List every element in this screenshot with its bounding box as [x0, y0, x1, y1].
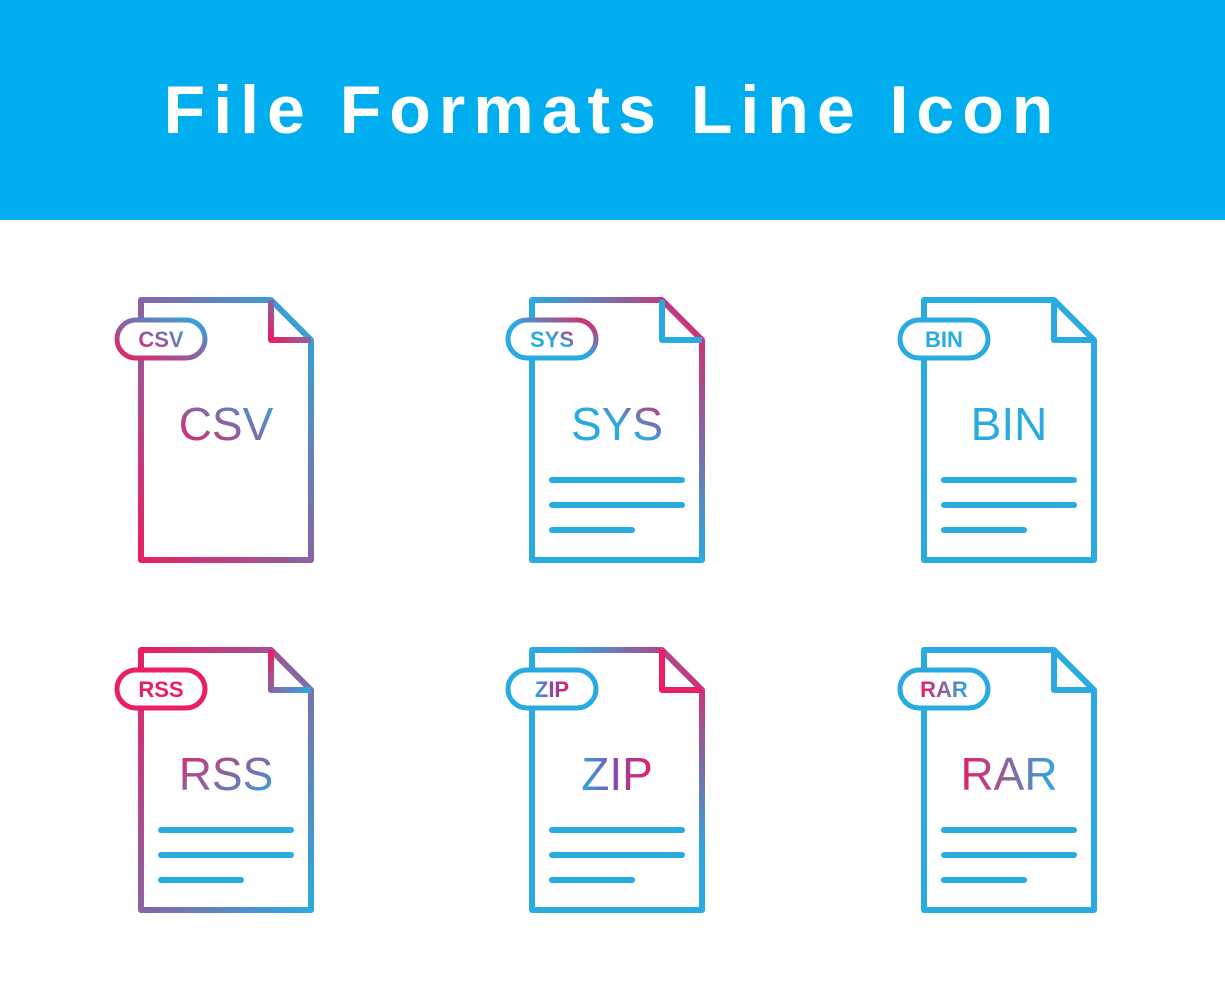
- file-label: RSS: [179, 748, 274, 800]
- file-label: RAR: [961, 748, 1058, 800]
- badge-text: CSV: [138, 327, 184, 352]
- rss-file-icon: RSS RSS: [111, 640, 331, 920]
- icon-grid: CSV CSV SYS SYS: [0, 220, 1225, 990]
- file-icon-rar: RAR RAR: [894, 640, 1114, 920]
- badge-text: SYS: [530, 327, 574, 352]
- badge-text: ZIP: [535, 677, 569, 702]
- file-icon-zip: ZIP ZIP: [502, 640, 722, 920]
- badge-text: BIN: [925, 327, 963, 352]
- file-label: BIN: [971, 398, 1048, 450]
- file-label: CSV: [179, 398, 274, 450]
- file-icon-rss: RSS RSS: [111, 640, 331, 920]
- banner-title: File Formats Line Icon: [164, 71, 1062, 149]
- file-icon-sys: SYS SYS: [502, 290, 722, 570]
- bin-file-icon: BIN BIN: [894, 290, 1114, 570]
- badge-text: RSS: [138, 677, 183, 702]
- title-banner: File Formats Line Icon: [0, 0, 1225, 220]
- rar-file-icon: RAR RAR: [894, 640, 1114, 920]
- file-label: ZIP: [582, 748, 654, 800]
- file-label: SYS: [571, 398, 663, 450]
- zip-file-icon: ZIP ZIP: [502, 640, 722, 920]
- file-icon-csv: CSV CSV: [111, 290, 331, 570]
- badge-text: RAR: [920, 677, 968, 702]
- file-icon-bin: BIN BIN: [894, 290, 1114, 570]
- sys-file-icon: SYS SYS: [502, 290, 722, 570]
- csv-file-icon: CSV CSV: [111, 290, 331, 570]
